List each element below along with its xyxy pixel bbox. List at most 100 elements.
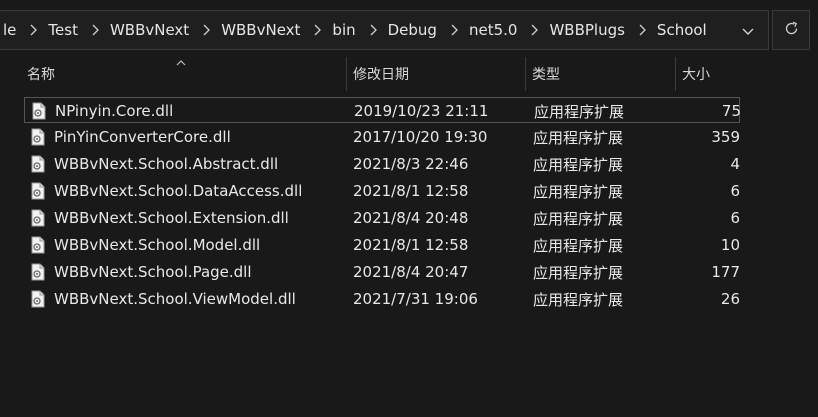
breadcrumb-item[interactable]: bin (329, 21, 358, 39)
file-date: 2021/8/1 12:58 (353, 236, 469, 254)
breadcrumb-item[interactable]: Debug (385, 21, 440, 39)
file-size: 177 (711, 263, 740, 281)
refresh-button[interactable] (772, 10, 810, 50)
dll-file-icon (30, 178, 46, 204)
breadcrumb-label: School (656, 21, 707, 39)
file-type: 应用程序扩展 (533, 236, 624, 255)
file-type: 应用程序扩展 (533, 155, 624, 174)
file-name: WBBvNext.School.ViewModel.dll (54, 290, 296, 308)
breadcrumb-item[interactable]: WBBPlugs (546, 21, 627, 39)
file-date: 2019/10/23 21:11 (354, 102, 489, 120)
file-name: WBBvNext.School.Page.dll (54, 263, 252, 281)
file-row[interactable]: NPinyin.Core.dll 2019/10/23 21:11 应用程序扩展… (24, 97, 740, 123)
file-type: 应用程序扩展 (534, 102, 625, 121)
file-size-cell: 75 (685, 98, 740, 124)
column-divider[interactable] (675, 57, 676, 91)
breadcrumb-item[interactable]: School (654, 21, 710, 39)
file-date: 2021/8/4 20:48 (353, 209, 469, 227)
file-date: 2021/8/4 20:47 (353, 263, 469, 281)
address-history-button[interactable] (733, 11, 763, 49)
chevron-right-icon[interactable] (28, 23, 39, 37)
chevron-right-icon[interactable] (449, 23, 460, 37)
column-divider[interactable] (525, 57, 526, 91)
file-size-cell: 359 (684, 124, 740, 150)
file-date: 2021/8/3 22:46 (353, 155, 469, 173)
breadcrumb-label: le (3, 21, 17, 39)
file-type: 应用程序扩展 (533, 290, 624, 309)
file-name: WBBvNext.School.Abstract.dll (54, 155, 279, 173)
file-size: 10 (720, 236, 740, 254)
column-header-type[interactable]: 类型 (532, 55, 560, 93)
breadcrumb-label: WBBPlugs (549, 21, 625, 39)
column-divider[interactable] (346, 57, 347, 91)
column-header-row: 名称 修改日期 类型 大小 (0, 55, 740, 93)
chevron-right-icon[interactable] (201, 23, 212, 37)
chevron-down-icon (742, 21, 754, 40)
file-type: 应用程序扩展 (533, 263, 624, 282)
file-size: 4 (730, 155, 740, 173)
chevron-right-icon[interactable] (368, 23, 379, 37)
chevron-right-icon[interactable] (312, 23, 323, 37)
breadcrumb-label: Test (48, 21, 78, 39)
file-row[interactable]: WBBvNext.School.Page.dll 2021/8/4 20:47 … (24, 259, 740, 285)
file-size-cell: 6 (684, 205, 740, 231)
column-header-size[interactable]: 大小 (682, 55, 710, 93)
column-header-label: 名称 (27, 67, 55, 83)
sort-ascending-icon (176, 55, 186, 71)
file-size: 75 (721, 102, 740, 120)
breadcrumb-label: net5.0 (468, 21, 518, 39)
file-list[interactable]: 名称 修改日期 类型 大小 NPinyin.Core.dll 2019/10/2… (0, 55, 740, 417)
breadcrumb-item[interactable]: WBBvNext (218, 21, 303, 39)
file-row[interactable]: WBBvNext.School.ViewModel.dll 2021/7/31 … (24, 286, 740, 312)
column-header-name[interactable]: 名称 (27, 55, 55, 93)
file-row[interactable]: WBBvNext.School.Abstract.dll 2021/8/3 22… (24, 151, 740, 177)
breadcrumb-item[interactable]: WBBvNext (107, 21, 192, 39)
file-name: WBBvNext.School.Model.dll (54, 236, 261, 254)
dll-file-icon (30, 151, 46, 177)
breadcrumb-item[interactable]: Test (45, 21, 81, 39)
file-size-cell: 4 (684, 151, 740, 177)
breadcrumb-item[interactable]: le (0, 21, 19, 39)
file-size-cell: 10 (684, 232, 740, 258)
file-name: WBBvNext.School.DataAccess.dll (54, 182, 303, 200)
file-name: PinYinConverterCore.dll (54, 128, 231, 146)
dll-file-icon (30, 232, 46, 258)
address-bar[interactable]: le Test WBBvNext WBBvNext bin Debug net5… (0, 10, 769, 50)
file-date: 2021/8/1 12:58 (353, 182, 469, 200)
file-size: 359 (711, 128, 740, 146)
dll-file-icon (31, 98, 47, 124)
file-row[interactable]: PinYinConverterCore.dll 2017/10/20 19:30… (24, 124, 740, 150)
file-name: WBBvNext.School.Extension.dll (54, 209, 289, 227)
dll-file-icon (30, 124, 46, 150)
chevron-right-icon[interactable] (529, 23, 540, 37)
file-type: 应用程序扩展 (533, 182, 624, 201)
breadcrumb-label: WBBvNext (221, 21, 301, 39)
dll-file-icon (30, 259, 46, 285)
file-type: 应用程序扩展 (533, 209, 624, 228)
chevron-right-icon[interactable] (637, 23, 648, 37)
file-date: 2017/10/20 19:30 (353, 128, 488, 146)
chevron-right-icon[interactable] (90, 23, 101, 37)
file-size: 26 (720, 290, 740, 308)
breadcrumb-label: WBBvNext (109, 21, 190, 39)
breadcrumb-label: bin (332, 21, 356, 39)
dll-file-icon (30, 286, 46, 312)
column-header-label: 类型 (532, 67, 560, 83)
file-size-cell: 26 (684, 286, 740, 312)
file-name: NPinyin.Core.dll (55, 102, 174, 120)
file-type: 应用程序扩展 (533, 128, 624, 147)
file-date: 2021/7/31 19:06 (353, 290, 478, 308)
file-size: 6 (730, 209, 740, 227)
file-size-cell: 177 (684, 259, 740, 285)
file-row[interactable]: WBBvNext.School.Extension.dll 2021/8/4 2… (24, 205, 740, 231)
right-pane (740, 55, 818, 417)
breadcrumb-label: Debug (387, 21, 437, 39)
column-header-date[interactable]: 修改日期 (353, 55, 409, 93)
file-row[interactable]: WBBvNext.School.Model.dll 2021/8/1 12:58… (24, 232, 740, 258)
column-header-label: 大小 (682, 67, 710, 83)
file-size-cell: 6 (684, 178, 740, 204)
breadcrumb-item[interactable]: net5.0 (466, 21, 520, 39)
file-row[interactable]: WBBvNext.School.DataAccess.dll 2021/8/1 … (24, 178, 740, 204)
file-size: 6 (730, 182, 740, 200)
column-header-label: 修改日期 (353, 67, 409, 83)
